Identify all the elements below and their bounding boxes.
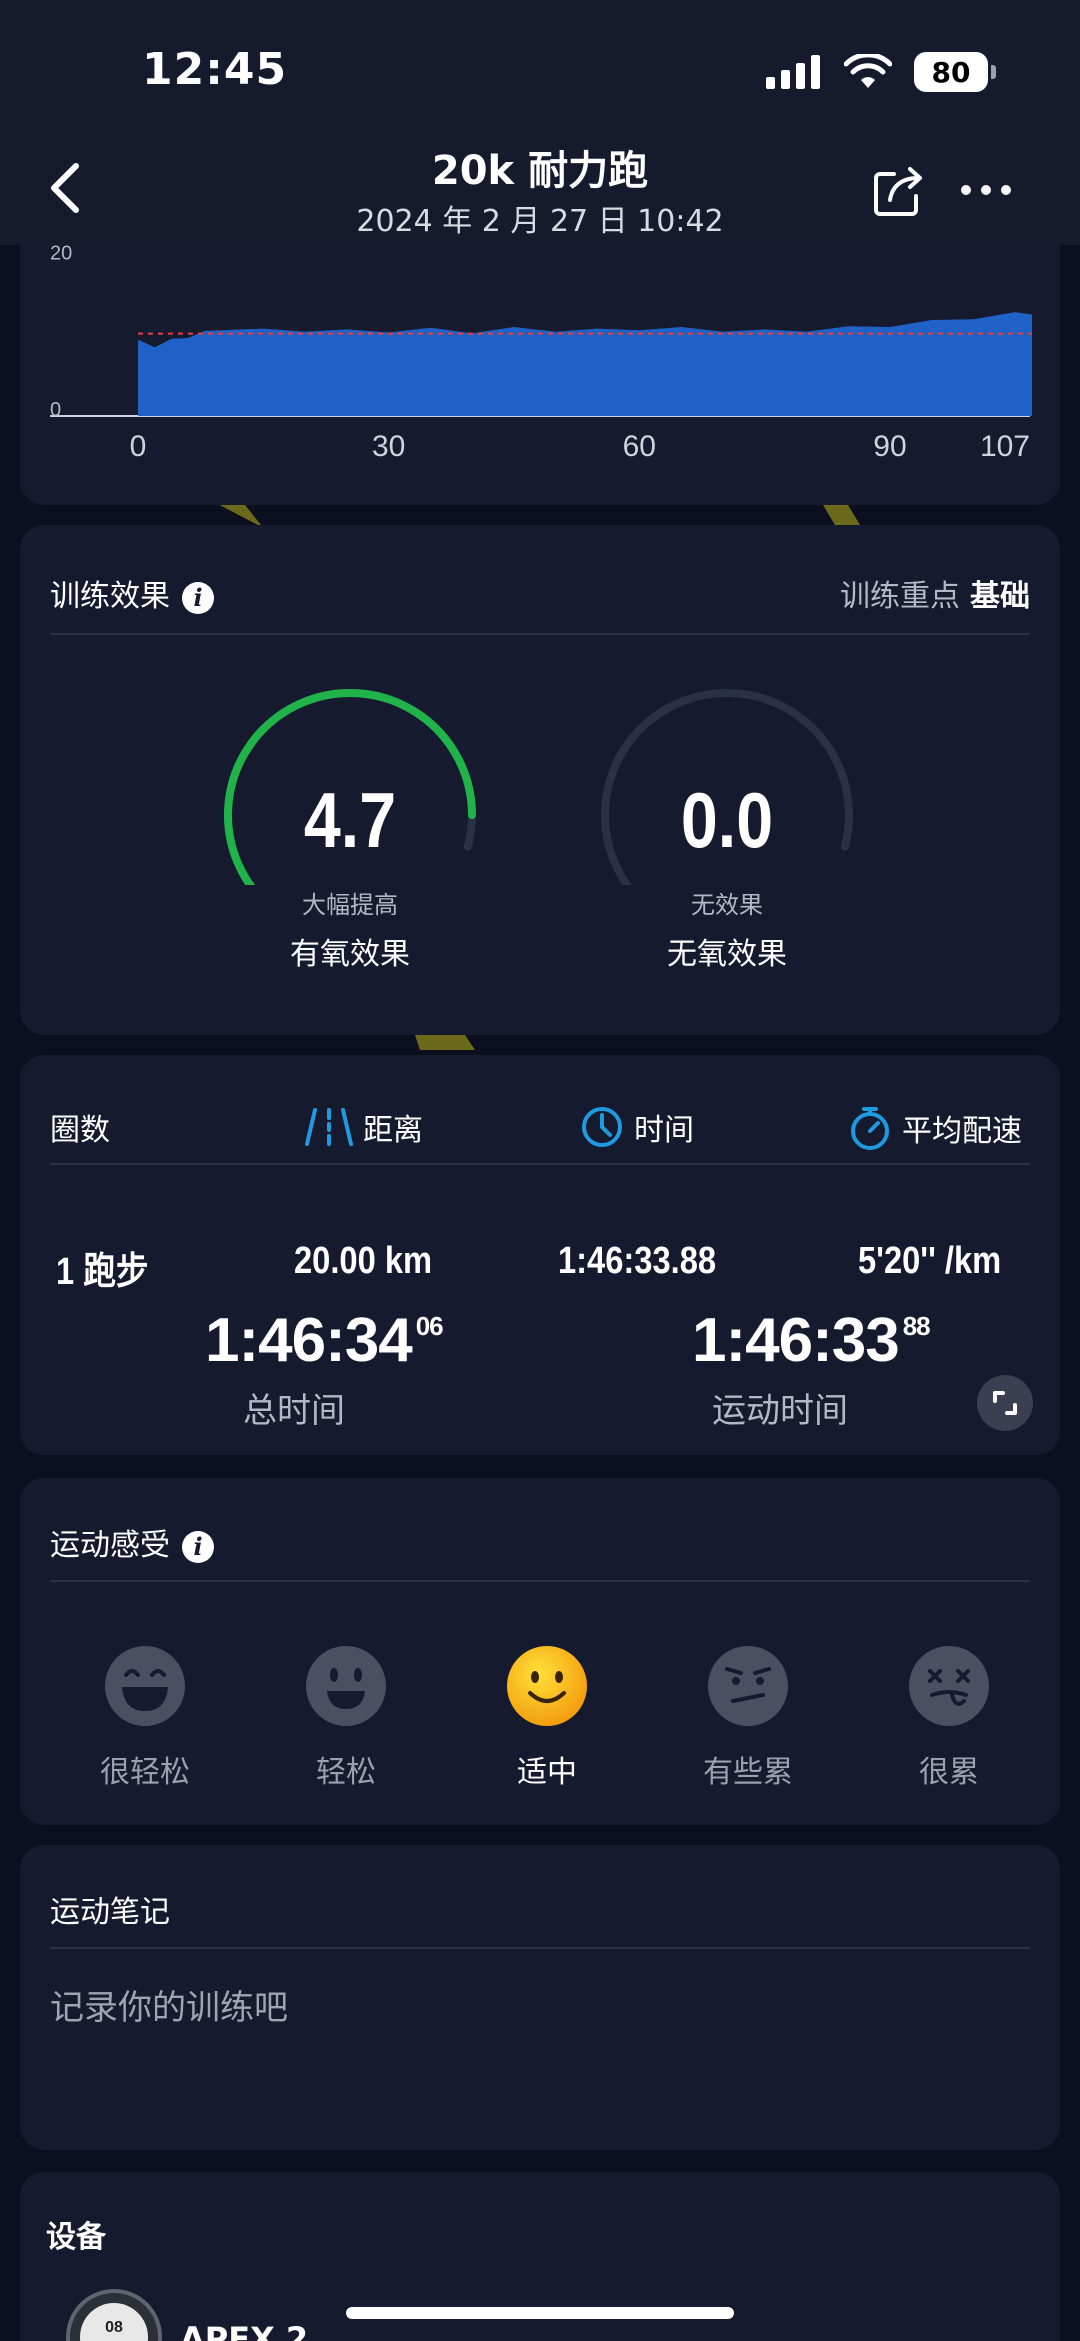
moving-time-fraction: 88 — [902, 1311, 931, 1341]
expand-icon — [993, 1391, 1017, 1415]
very-easy-face-icon — [105, 1646, 185, 1726]
info-icon[interactable]: i — [182, 1530, 214, 1563]
time-header: 时间 — [580, 1105, 694, 1149]
training-focus-label: 训练重点 — [840, 579, 960, 614]
divider — [50, 1947, 1030, 1949]
distance-header: 距离 — [305, 1105, 423, 1149]
y-tick-label: 20 — [50, 242, 72, 264]
aerobic-value: 4.7 — [303, 776, 397, 864]
anaerobic-value: 0.0 — [680, 776, 774, 864]
anaerobic-desc: 无效果 — [691, 891, 763, 919]
wifi-icon — [844, 54, 892, 88]
battery-indicator: 80 — [914, 52, 996, 92]
x-tick-label: 107 — [980, 430, 1030, 463]
total-time-main: 1:46:34 — [205, 1306, 413, 1375]
metric-chart-card: 20 0 0 30 60 90 107 — [20, 200, 1060, 505]
notes-card: 运动笔记 记录你的训练吧 — [20, 1845, 1060, 2150]
feeling-label: 适中 — [517, 1755, 577, 1790]
workout-detail-screen: 12:45 80 20k 耐力跑 2024 年 2 月 27 日 10:42 2… — [0, 0, 1080, 2341]
laps-header: 圈数 — [50, 1105, 110, 1149]
pace-header-text: 平均配速 — [902, 1114, 1022, 1149]
aerobic-label: 有氧效果 — [290, 937, 410, 972]
total-time: 1:46:34 06 — [205, 1305, 444, 1376]
lap-time: 1:46:33.88 — [558, 1240, 717, 1282]
feeling-somewhat-tired[interactable]: 有些累 — [678, 1645, 818, 1791]
metric-area-chart: 20 0 0 30 60 90 107 — [50, 242, 1032, 463]
aerobic-gauge: 4.7 大幅提高 有氧效果 — [220, 685, 480, 985]
anaerobic-label: 无氧效果 — [667, 937, 787, 972]
feeling-label: 很轻松 — [100, 1755, 190, 1790]
moving-time-label: 运动时间 — [712, 1391, 848, 1431]
lap-number: 1 跑步 — [56, 1251, 149, 1293]
laps-card[interactable]: 圈数 距离 时间 平均配速 1 跑步 20.00 km 1:46:33.88 5… — [20, 1055, 1060, 1455]
x-tick-label: 0 — [130, 430, 147, 463]
total-time-label: 总时间 — [243, 1391, 345, 1431]
watch-face-hour: 08 — [105, 2319, 123, 2336]
x-tick-label: 60 — [623, 430, 656, 463]
training-focus-value: 基础 — [970, 579, 1030, 614]
divider — [50, 1163, 1030, 1165]
series-area — [138, 312, 1032, 416]
very-tired-face-icon — [909, 1646, 989, 1726]
distance-header-text: 距离 — [363, 1113, 423, 1148]
share-button[interactable] — [872, 164, 926, 218]
aerobic-desc: 大幅提高 — [302, 891, 398, 919]
pace-header: 平均配速 — [848, 1105, 1022, 1151]
training-effect-card: 训练效果 i 训练重点 基础 4.7 大幅提高 有氧效果 0.0 无效果 无氧效果 — [20, 525, 1060, 1035]
status-icons: 80 — [766, 52, 996, 92]
device-name: APEX 2 — [180, 2320, 309, 2341]
feeling-label: 轻松 — [316, 1755, 376, 1790]
device-title: 设备 — [46, 2220, 106, 2255]
easy-face-icon — [306, 1646, 386, 1726]
info-icon[interactable]: i — [182, 581, 214, 614]
moderate-face-icon — [507, 1646, 587, 1726]
feeling-moderate[interactable]: 适中 — [477, 1645, 617, 1791]
lap-distance: 20.00 km — [294, 1240, 433, 1282]
x-tick-label: 30 — [372, 430, 405, 463]
app-header: 12:45 80 20k 耐力跑 2024 年 2 月 27 日 10:42 — [0, 0, 1080, 245]
training-focus: 训练重点 基础 — [840, 571, 1030, 615]
feeling-label: 有些累 — [703, 1755, 793, 1790]
divider — [50, 633, 1030, 635]
notes-input[interactable]: 记录你的训练吧 — [50, 1980, 288, 2029]
time-header-text: 时间 — [634, 1113, 694, 1148]
x-tick-label: 90 — [873, 430, 906, 463]
moving-time-main: 1:46:33 — [692, 1306, 900, 1375]
somewhat-tired-face-icon — [708, 1646, 788, 1726]
moving-time: 1:46:33 88 — [692, 1305, 931, 1376]
feeling-very-tired[interactable]: 很累 — [879, 1645, 1019, 1791]
lap-pace: 5'20'' /km — [858, 1240, 1002, 1282]
clock-icon — [582, 1107, 622, 1147]
feeling-very-easy[interactable]: 很轻松 — [75, 1645, 215, 1791]
feeling-label: 很累 — [919, 1755, 979, 1790]
stopwatch-icon — [851, 1107, 889, 1150]
laps-header-text: 圈数 — [50, 1113, 110, 1148]
divider — [50, 1580, 1030, 1582]
more-options-button[interactable] — [960, 178, 1012, 202]
home-indicator[interactable] — [346, 2307, 734, 2319]
training-effect-title: 训练效果 i — [50, 571, 214, 615]
feeling-title-text: 运动感受 — [50, 1528, 170, 1563]
status-time: 12:45 — [142, 44, 288, 95]
y-tick-label: 0 — [50, 399, 61, 421]
distance-icon — [305, 1108, 353, 1146]
training-effect-title-text: 训练效果 — [50, 579, 170, 614]
watch-icon: 08 36 — [66, 2289, 162, 2341]
total-time-fraction: 06 — [415, 1311, 444, 1341]
feeling-easy[interactable]: 轻松 — [276, 1645, 416, 1791]
notes-title: 运动笔记 — [50, 1895, 170, 1930]
anaerobic-gauge: 0.0 无效果 无氧效果 — [597, 685, 857, 985]
feeling-title: 运动感受 i — [50, 1520, 214, 1564]
expand-button[interactable] — [977, 1375, 1033, 1431]
cellular-signal-icon — [766, 55, 820, 89]
